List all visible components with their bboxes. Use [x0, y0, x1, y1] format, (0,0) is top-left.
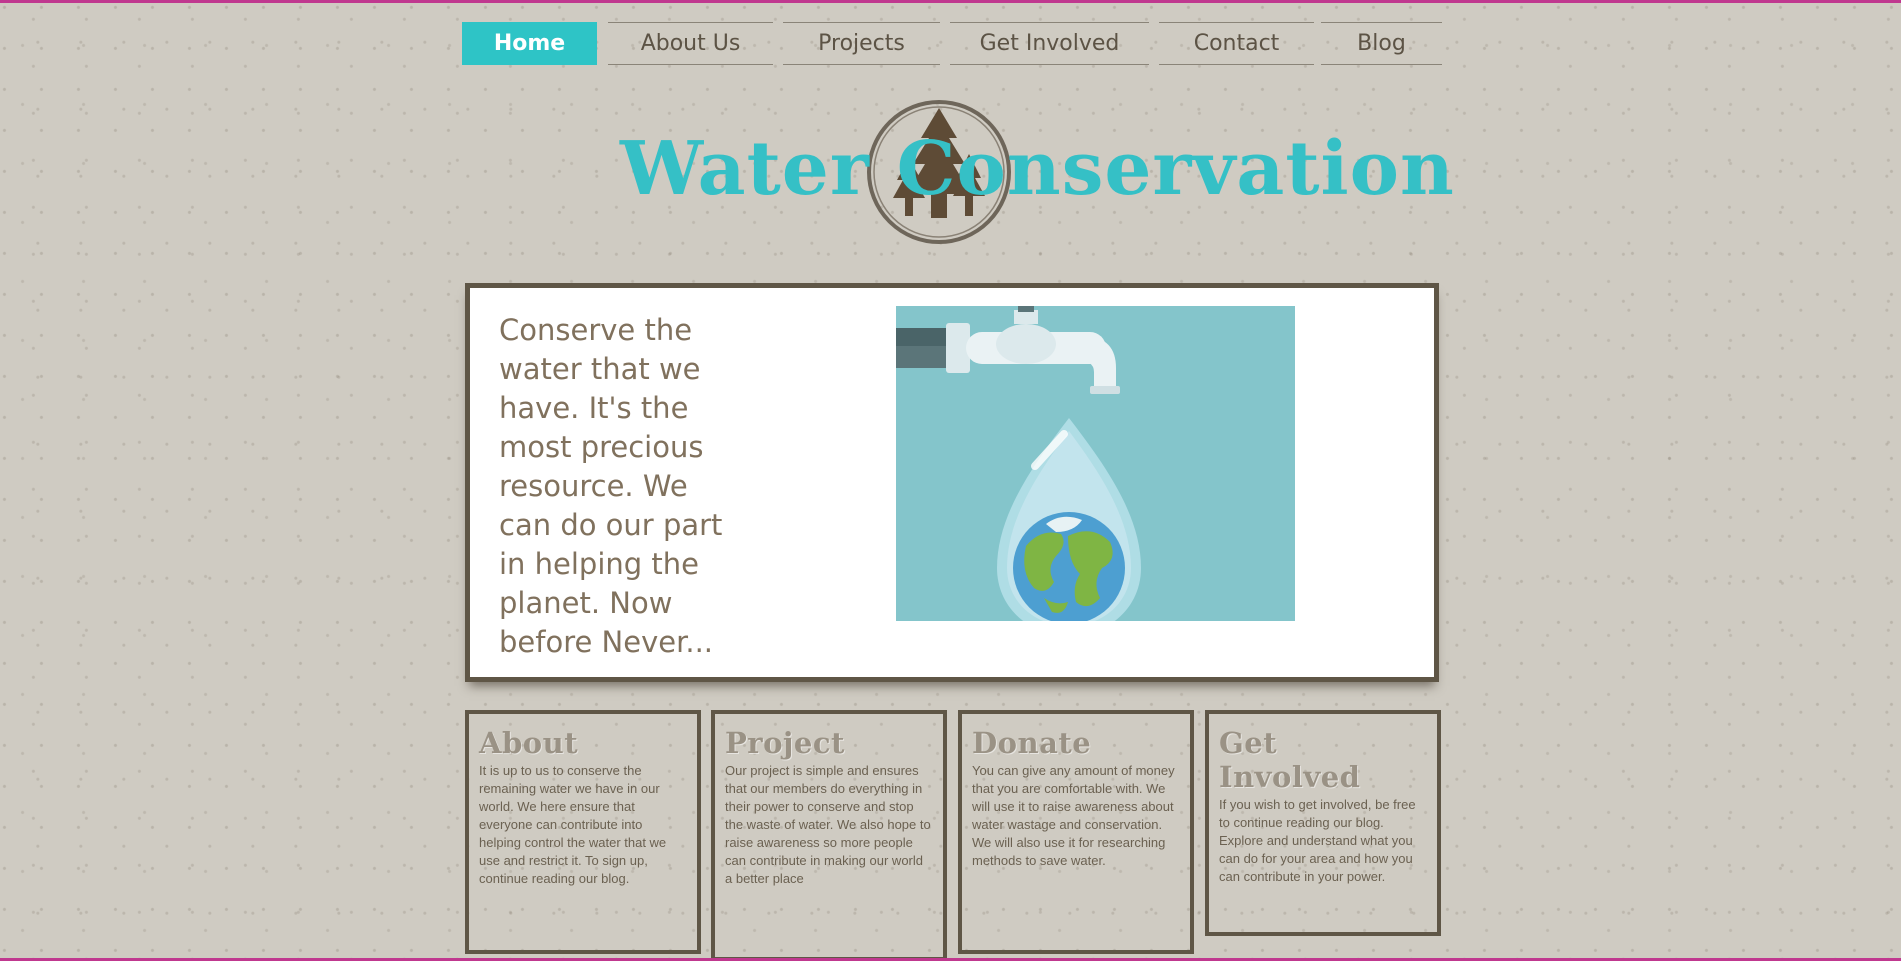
card-body-donate: You can give any amount of money that yo…: [972, 763, 1175, 868]
site-title: Water Conservation: [620, 126, 1455, 212]
nav-item-contact[interactable]: Contact: [1159, 22, 1314, 65]
card-title-project: Project: [725, 726, 845, 760]
nav-item-home[interactable]: Home: [462, 22, 597, 65]
hero-panel: Conserve the water that we have. It's th…: [465, 283, 1439, 682]
nav-item-projects[interactable]: Projects: [783, 22, 940, 65]
site-logo[interactable]: Water Conservation: [620, 98, 1455, 253]
card-title-about: About: [479, 726, 579, 760]
hero-text: Conserve the water that we have. It's th…: [499, 313, 723, 659]
nav-item-about-us[interactable]: About Us: [608, 22, 773, 65]
card-about: About It is up to us to conserve the rem…: [465, 710, 701, 954]
card-body-about: It is up to us to conserve the remaining…: [479, 763, 667, 886]
nav-item-get-involved[interactable]: Get Involved: [950, 22, 1149, 65]
card-project: Project Our project is simple and ensure…: [711, 710, 947, 961]
card-donate: Donate You can give any amount of money …: [958, 710, 1194, 954]
card-body-get-involved: If you wish to get involved, be free to …: [1219, 797, 1416, 884]
card-title-donate: Donate: [972, 726, 1092, 760]
card-body-project: Our project is simple and ensures that o…: [725, 763, 931, 886]
card-get-involved: Get Involved If you wish to get involved…: [1205, 710, 1441, 936]
card-title-get-involved: Get Involved: [1219, 726, 1361, 794]
faucet-earth-drop-illustration: [896, 306, 1295, 621]
top-accent-bar: [0, 0, 1901, 3]
nav-item-blog[interactable]: Blog: [1321, 22, 1442, 65]
